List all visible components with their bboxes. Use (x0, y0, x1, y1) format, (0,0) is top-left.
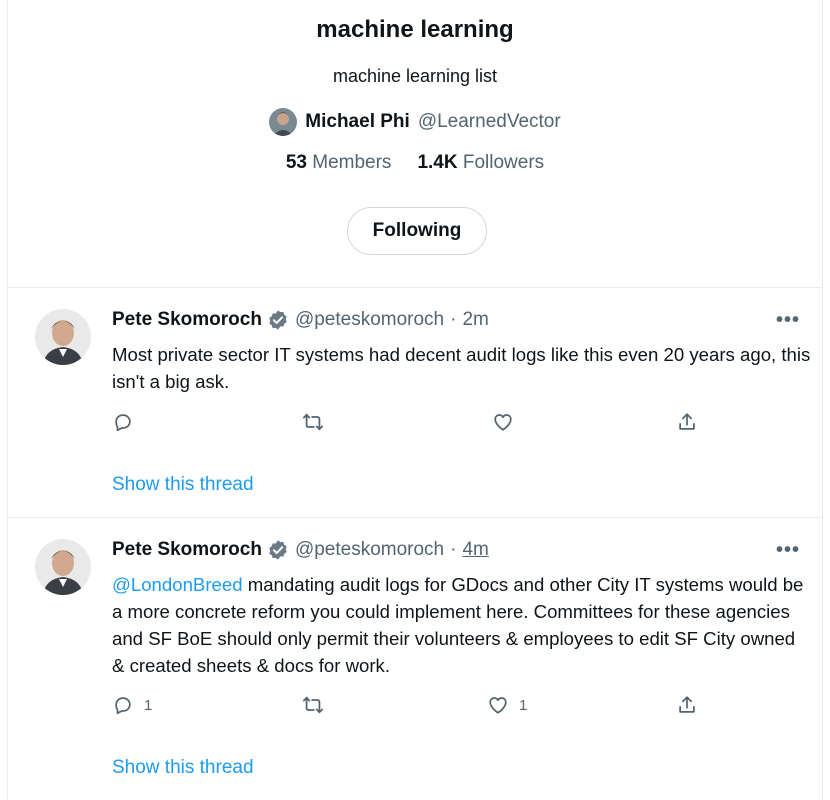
members-label: Members (312, 152, 392, 173)
share-button[interactable] (676, 694, 698, 716)
tweet-header: Pete Skomoroch @peteskomoroch · 2m (112, 309, 489, 331)
separator-dot: · (450, 309, 457, 330)
members-count: 53 (285, 152, 307, 173)
more-options-icon[interactable]: ••• (776, 309, 800, 332)
share-icon (679, 413, 695, 430)
tweet-text: Most private sector IT systems had decen… (112, 341, 812, 395)
followers-stat[interactable]: 1.4K Followers (417, 152, 544, 174)
retweet-icon (302, 413, 324, 431)
tweet[interactable]: Pete Skomoroch @peteskomoroch · 4m ••• @… (8, 519, 822, 800)
tweet-body: Most private sector IT systems had decen… (112, 344, 811, 392)
separator-dot: · (450, 539, 457, 560)
author-avatar[interactable] (35, 309, 91, 365)
author-handle[interactable]: @peteskomoroch (295, 309, 444, 331)
like-icon (489, 697, 507, 714)
retweet-button[interactable] (302, 411, 334, 433)
reply-icon (115, 697, 131, 715)
list-owner[interactable]: Michael Phi @LearnedVector (8, 108, 822, 136)
more-options-icon[interactable]: ••• (776, 539, 800, 562)
list-timeline: machine learning machine learning list M… (7, 0, 823, 800)
author-name[interactable]: Pete Skomoroch (112, 539, 262, 561)
like-count: 1 (519, 696, 528, 714)
verified-badge-icon (267, 539, 289, 561)
tweet-actions (112, 411, 702, 437)
tweet[interactable]: Pete Skomoroch @peteskomoroch · 2m ••• M… (8, 289, 822, 518)
reply-icon (115, 414, 131, 432)
followers-label: Followers (462, 152, 545, 173)
tweet-timestamp[interactable]: 4m (462, 539, 488, 561)
tweet-timestamp[interactable]: 2m (462, 309, 488, 331)
share-icon (679, 696, 695, 713)
like-button[interactable]: 1 (487, 694, 527, 716)
verified-badge-icon (267, 309, 289, 331)
list-header: machine learning machine learning list M… (8, 0, 822, 288)
show-thread-link[interactable]: Show this thread (112, 474, 254, 496)
author-avatar[interactable] (35, 539, 91, 595)
owner-avatar[interactable] (269, 108, 298, 136)
tweet-actions: 1 1 (112, 694, 702, 720)
author-name[interactable]: Pete Skomoroch (112, 309, 262, 331)
retweet-icon (302, 696, 324, 714)
like-button[interactable] (492, 411, 524, 433)
followers-count: 1.4K (417, 152, 458, 173)
reply-count: 1 (144, 696, 153, 714)
members-stat[interactable]: 53 Members (286, 152, 392, 174)
retweet-button[interactable] (302, 694, 334, 716)
show-thread-link[interactable]: Show this thread (112, 757, 254, 779)
tweet-header: Pete Skomoroch @peteskomoroch · 4m (112, 539, 489, 561)
tweet-mention[interactable]: @LondonBreed (112, 574, 243, 595)
owner-handle[interactable]: @LearnedVector (418, 111, 561, 133)
following-button[interactable]: Following (347, 207, 487, 255)
reply-button[interactable]: 1 (112, 694, 152, 716)
list-description: machine learning list (332, 66, 498, 86)
list-stats: 53 Members 1.4K Followers (8, 152, 822, 174)
tweet-text: @LondonBreed mandating audit logs for GD… (112, 571, 812, 679)
owner-name[interactable]: Michael Phi (305, 111, 410, 133)
reply-button[interactable] (112, 411, 144, 433)
author-handle[interactable]: @peteskomoroch (295, 539, 444, 561)
like-icon (494, 414, 512, 431)
share-button[interactable] (676, 411, 698, 433)
list-title: machine learning (316, 16, 514, 43)
